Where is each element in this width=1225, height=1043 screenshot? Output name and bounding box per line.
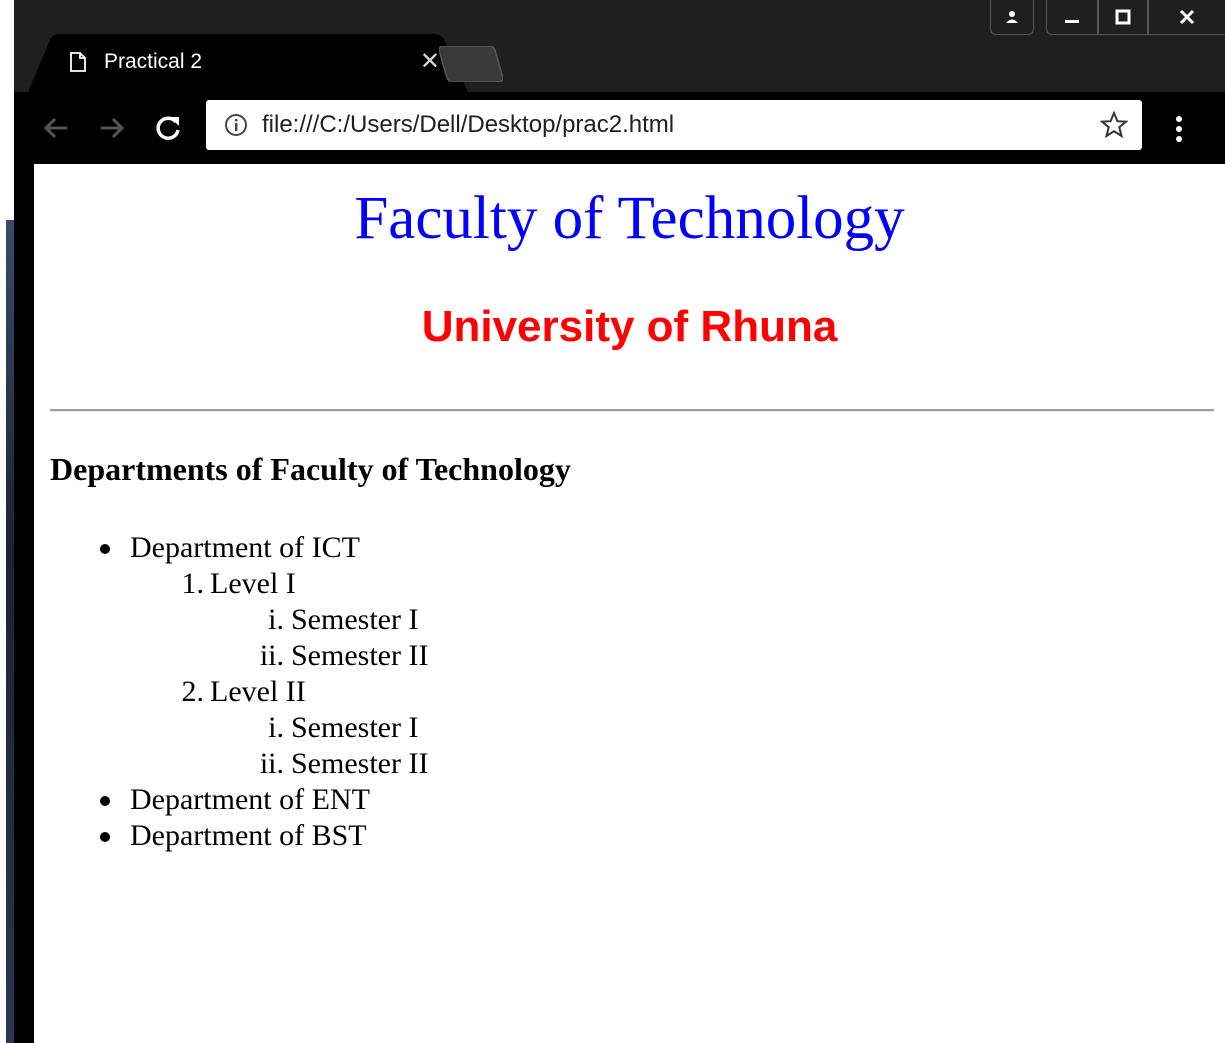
level-label: Level I [210,567,296,600]
forward-arrow-icon [101,117,125,139]
semester-label: Semester II [291,639,429,672]
info-icon[interactable] [224,113,248,137]
page-heading: Faculty of Technology [354,185,905,252]
horizontal-rule [50,409,1214,412]
title-bar: Practical 2 ✕ [14,0,1225,92]
back-button[interactable] [40,112,72,144]
tab-title: Practical 2 [104,50,203,73]
browser-window: Practical 2 ✕ file:///C:/Users/Dell/Desk… [14,0,1225,1043]
maximize-button[interactable] [1098,0,1148,35]
department-label: Department of ICT [130,531,360,564]
bookmark-star-icon[interactable] [1100,111,1128,139]
minimize-button[interactable] [1046,0,1098,35]
window-controls [990,0,1225,36]
semester-marker: i. [268,603,284,636]
desktop-background [0,0,14,1043]
menu-icon[interactable] [1169,114,1189,144]
profile-button[interactable] [990,0,1034,35]
level-label: Level II [210,675,306,708]
back-arrow-icon [43,117,67,139]
level-marker: 2. [181,675,205,708]
minimize-icon [1065,20,1079,23]
semester-marker: ii. [259,747,284,780]
reload-icon [156,116,180,140]
new-tab-button[interactable] [439,46,503,82]
department-label: Department of ENT [130,783,370,816]
user-icon [1006,11,1018,23]
reload-button[interactable] [152,112,184,144]
close-window-button[interactable] [1148,0,1225,35]
toolbar: file:///C:/Users/Dell/Desktop/prac2.html [14,92,1225,164]
semester-label: Semester I [291,603,419,636]
semester-label: Semester I [291,711,419,744]
maximize-icon [1115,9,1131,25]
tab-content: Practical 2 ✕ [70,44,440,80]
close-icon [1179,9,1195,25]
level-marker: 1. [181,567,205,600]
bullet-icon [100,796,110,806]
section-title: Departments of Faculty of Technology [50,451,571,487]
document-icon [70,52,86,72]
semester-marker: ii. [259,639,284,672]
url-text[interactable]: file:///C:/Users/Dell/Desktop/prac2.html [262,111,1100,139]
close-tab-icon[interactable]: ✕ [420,50,440,74]
page-subheading: University of Rhuna [421,302,838,351]
semester-label: Semester II [291,747,429,780]
bullet-icon [100,832,110,842]
bullet-icon [100,544,110,554]
semester-marker: i. [268,711,284,744]
department-label: Department of BST [130,819,367,852]
address-bar[interactable]: file:///C:/Users/Dell/Desktop/prac2.html [206,100,1142,150]
page-content: Faculty of Technology University of Rhun… [34,164,1225,1043]
forward-button[interactable] [96,112,128,144]
